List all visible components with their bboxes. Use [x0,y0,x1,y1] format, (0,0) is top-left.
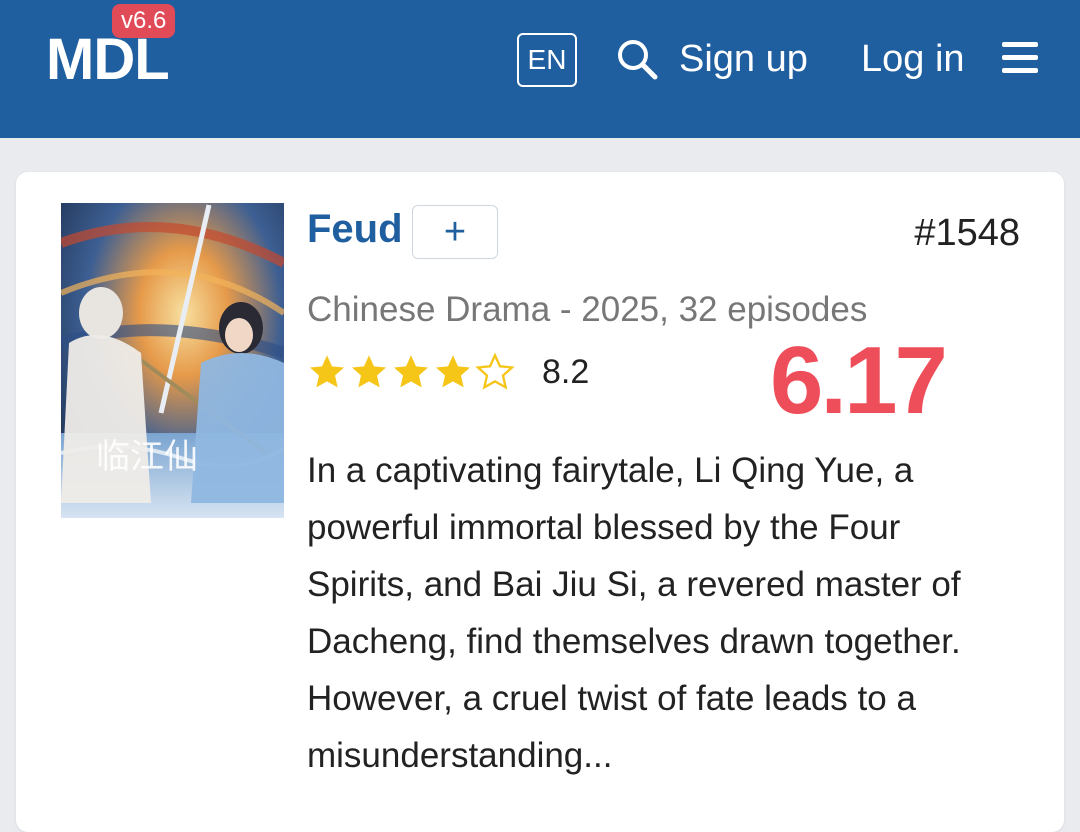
drama-card: 临江仙 Feud + #1548 Chinese Drama - 2025, 3… [16,172,1064,832]
top-navigation-bar: MDL v6.6 EN Sign up Log in [0,0,1080,138]
menu-bar-line [1002,42,1038,47]
search-icon[interactable] [615,37,659,81]
language-button[interactable]: EN [517,33,577,87]
poster-calligraphy: 临江仙 [96,437,198,477]
overlay-score: 6.17 [770,327,948,434]
menu-bar-line [1002,68,1038,73]
poster-image: 临江仙 [61,203,284,518]
drama-meta: Chinese Drama - 2025, 32 episodes [307,290,868,329]
star-rating [307,352,515,392]
sign-up-link[interactable]: Sign up [679,36,808,82]
drama-synopsis: In a captivating fairytale, Li Qing Yue,… [307,451,961,775]
version-badge: v6.6 [112,4,176,38]
log-in-link[interactable]: Log in [861,36,965,82]
add-to-list-button[interactable]: + [412,205,498,259]
drama-poster[interactable]: 临江仙 [61,203,284,518]
rating-value: 8.2 [542,353,590,391]
hamburger-menu-icon[interactable] [1002,42,1038,76]
star-filled-icon [352,355,386,388]
star-empty-icon [475,352,515,390]
drama-title[interactable]: Feud [307,202,403,256]
star-filled-icon [310,355,344,388]
ranking: #1548 [914,212,1020,254]
menu-bar-line [1002,55,1038,60]
star-filled-icon [436,355,470,388]
star-filled-icon [394,355,428,388]
